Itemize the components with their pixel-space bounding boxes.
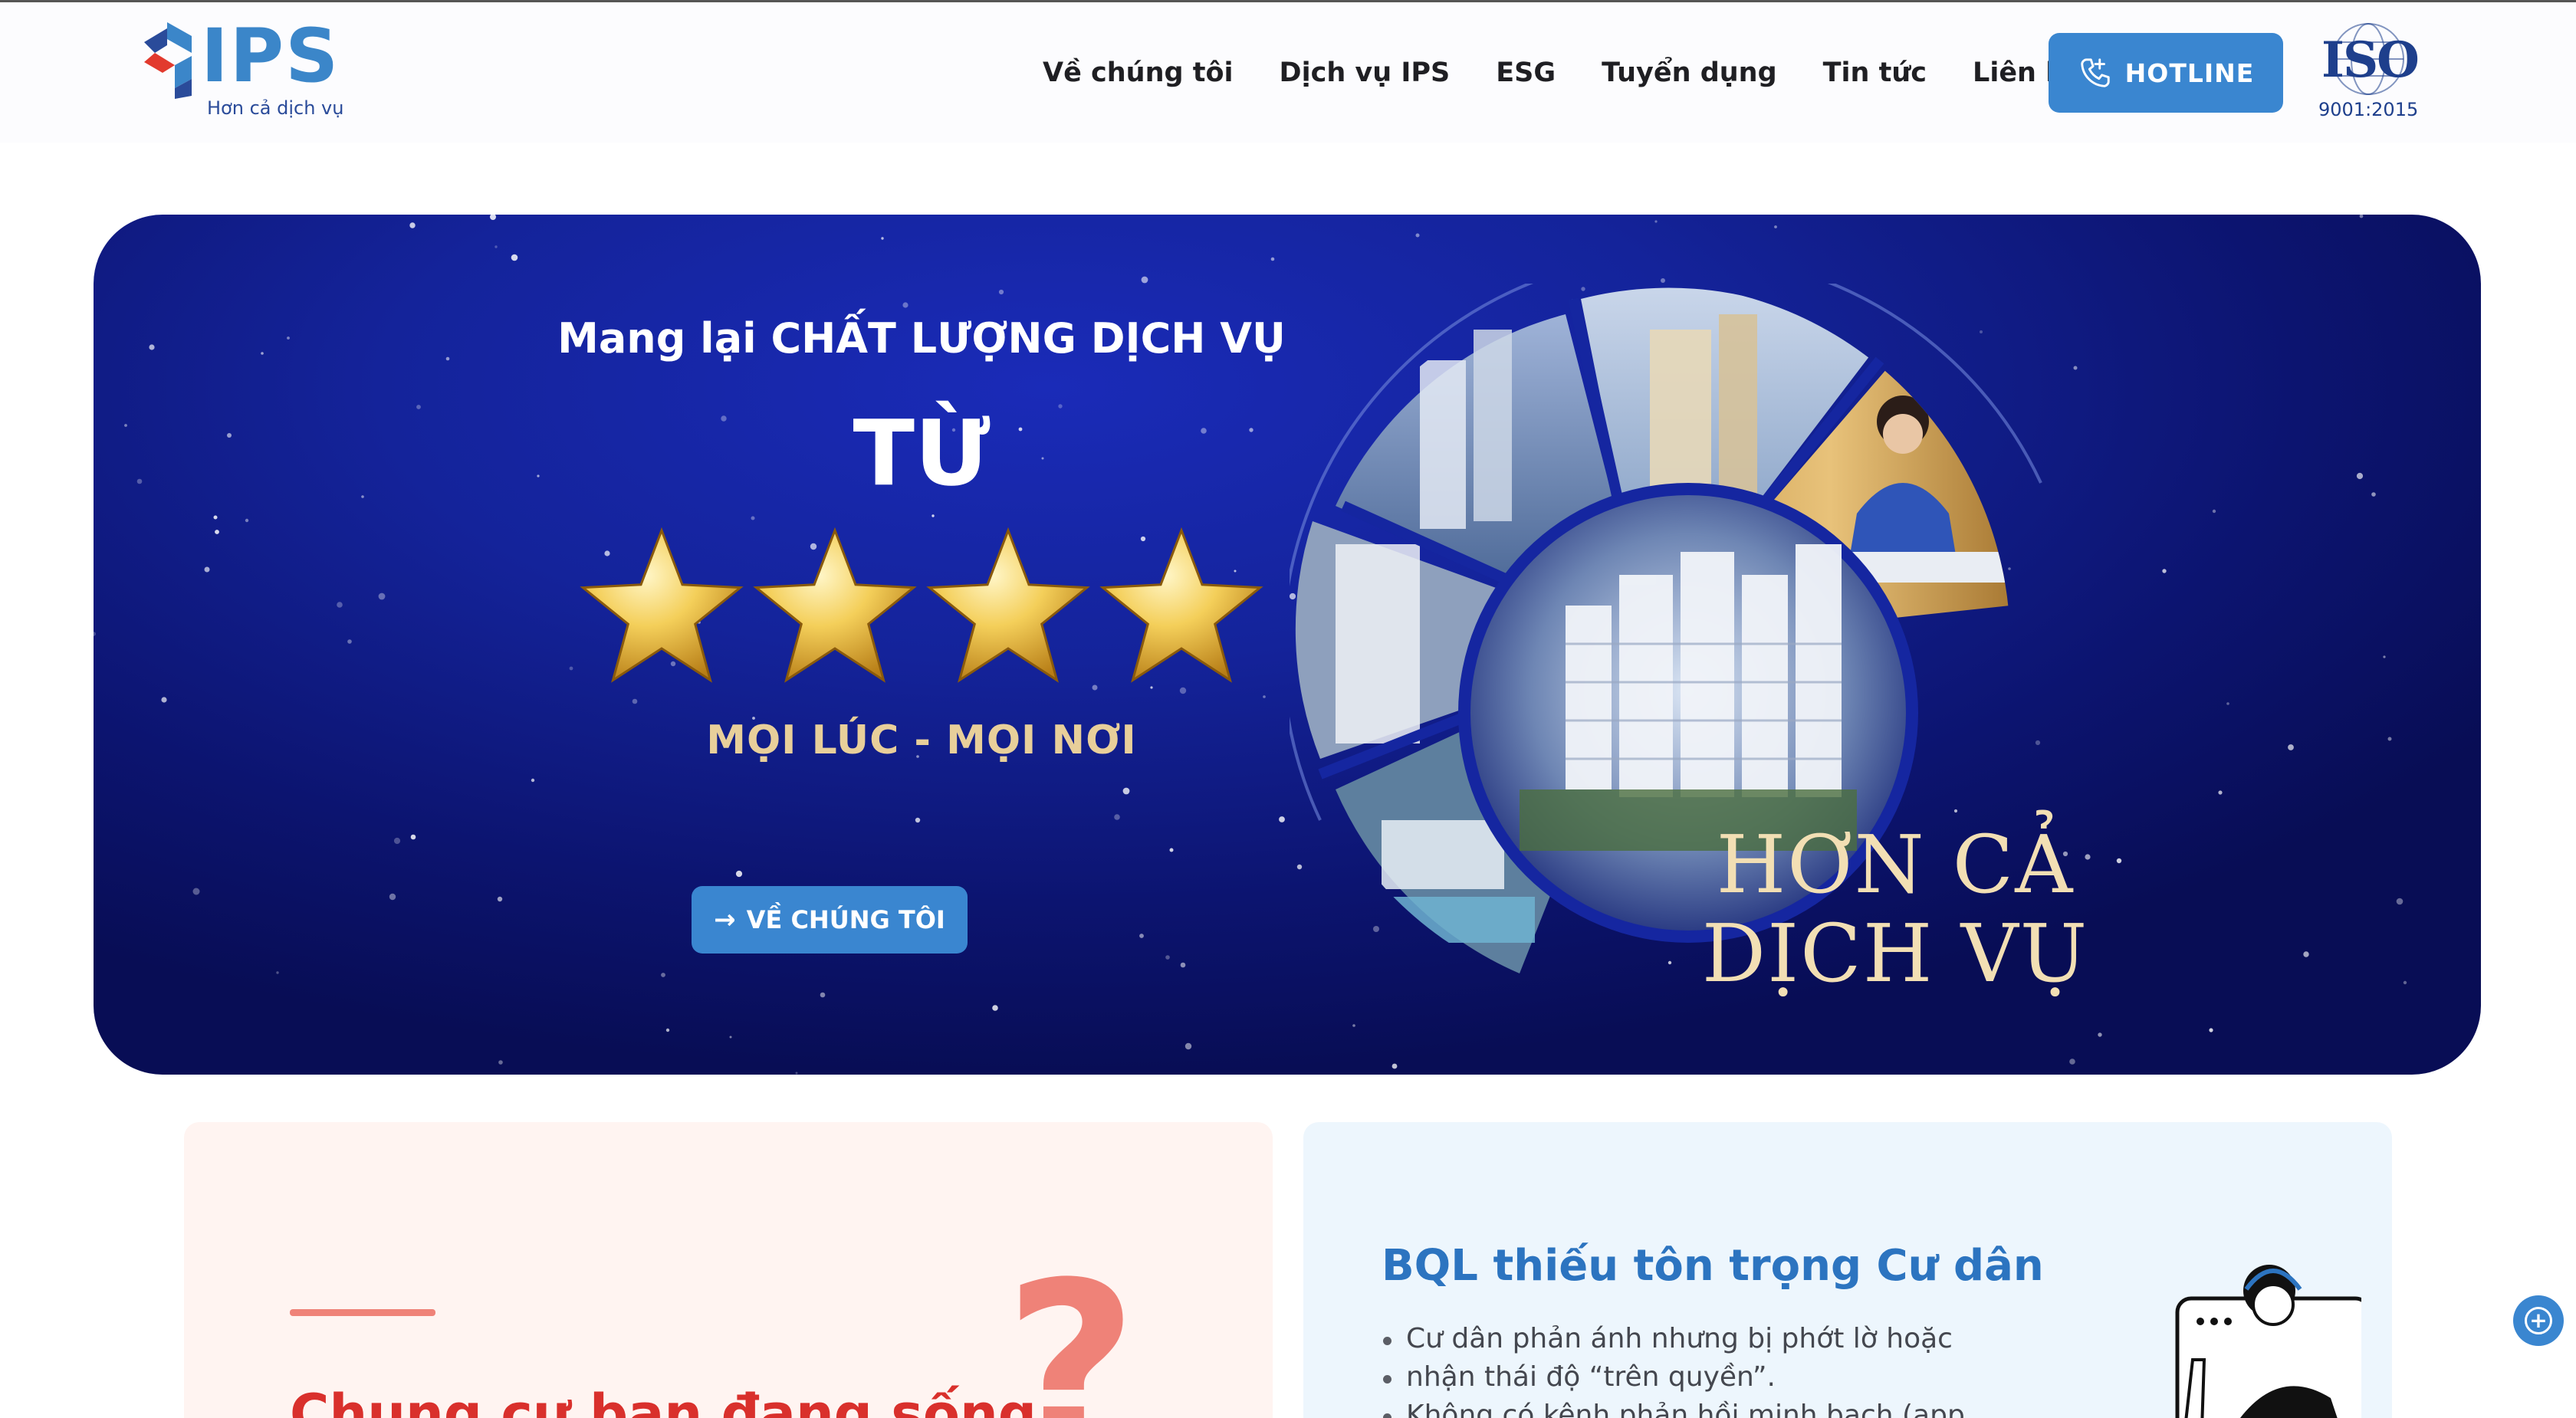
about-us-button[interactable]: → VỀ CHÚNG TÔI xyxy=(692,886,968,954)
list-item: nhận thái độ “trên quyền”. xyxy=(1382,1360,2041,1395)
star-icon xyxy=(1099,527,1263,683)
hotline-label: HOTLINE xyxy=(2124,57,2255,88)
iso-standard: 9001:2015 xyxy=(2318,99,2419,120)
list-item: Không có kênh phản hồi minh bạch (app, xyxy=(1382,1398,2041,1418)
main-nav: Về chúng tôi Dịch vụ IPS ESG Tuyển dụng … xyxy=(1043,50,2129,96)
floating-add-button[interactable]: + xyxy=(2513,1295,2564,1346)
iso-label: ISO xyxy=(2321,31,2420,89)
nav-item-news[interactable]: Tin tức xyxy=(1823,59,1927,87)
plus-circle-icon: + xyxy=(2525,1307,2552,1334)
hero-slogan-line2: DỊCH VỤ xyxy=(1701,907,2089,1001)
hero-headline: Mang lại CHẤT LƯỢNG DỊCH VỤ xyxy=(557,314,1286,363)
nav-item-about[interactable]: Về chúng tôi xyxy=(1043,59,1234,87)
support-agent-illustration-icon xyxy=(2175,1265,2361,1418)
card-left-heading: Chung cư bạn đang sống xyxy=(290,1383,1037,1418)
brand-name: IPS xyxy=(201,13,340,99)
phone-call-icon xyxy=(2080,58,2110,87)
hero-slogan-line1: HƠN CẢ xyxy=(1716,818,2075,911)
iso-certification-badge: ISO 9001:2015 xyxy=(2318,21,2420,120)
brand-tagline: Hơn cả dịch vụ xyxy=(207,97,344,119)
star-icon xyxy=(926,527,1090,683)
card-right-heading: BQL thiếu tôn trọng Cư dân xyxy=(1382,1241,2044,1291)
ips-logo-mark-icon xyxy=(144,22,192,99)
problem-card-right: BQL thiếu tôn trọng Cư dân Cư dân phản á… xyxy=(1303,1122,2392,1418)
hero-slogan: HƠN CẢ DỊCH VỤ xyxy=(1627,820,2164,999)
brand-logo[interactable]: IPS Hơn cả dịch vụ xyxy=(144,13,351,122)
hero-subheadline: MỌI LÚC - MỌI NƠI xyxy=(706,717,1137,763)
hero-banner: Mang lại CHẤT LƯỢNG DỊCH VỤ TỪ MỌI LÚC -… xyxy=(94,215,2481,1075)
site-header: IPS Hơn cả dịch vụ Về chúng tôi Dịch vụ … xyxy=(0,0,2576,143)
problem-card-left: ? Chung cư bạn đang sống xyxy=(184,1122,1273,1418)
star-icon xyxy=(753,527,917,683)
nav-item-careers[interactable]: Tuyển dụng xyxy=(1602,59,1777,87)
hero-from-label: TỪ xyxy=(853,400,991,506)
accent-divider xyxy=(290,1309,435,1316)
arrow-right-icon: → xyxy=(714,904,736,935)
hotline-button[interactable]: HOTLINE xyxy=(2049,33,2283,113)
problem-bullet-list: Cư dân phản ánh nhưng bị phớt lờ hoặc nh… xyxy=(1382,1321,2041,1418)
star-rating xyxy=(580,527,1263,683)
star-icon xyxy=(580,527,744,683)
nav-item-esg[interactable]: ESG xyxy=(1496,59,1556,87)
about-us-button-label: VỀ CHÚNG TÔI xyxy=(746,905,945,934)
nav-item-services[interactable]: Dịch vụ IPS xyxy=(1280,59,1451,87)
list-item: Cư dân phản ánh nhưng bị phớt lờ hoặc xyxy=(1382,1321,2041,1357)
